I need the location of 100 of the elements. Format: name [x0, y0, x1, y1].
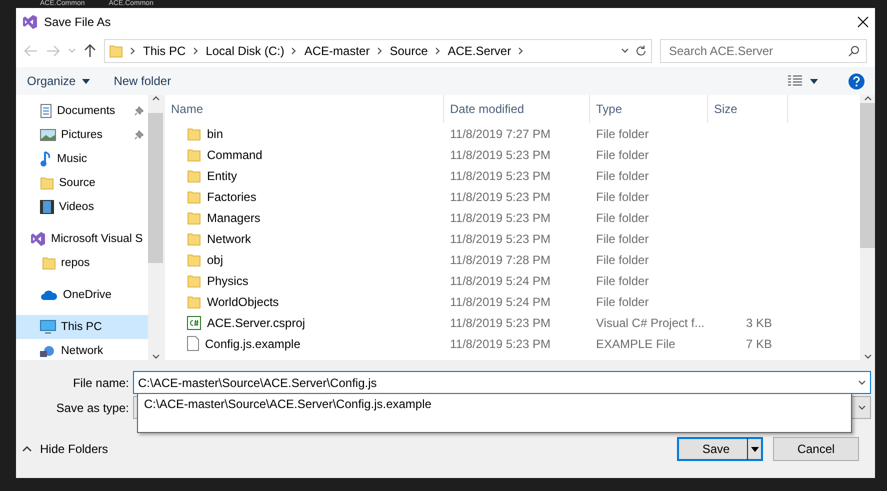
file-name-cell[interactable]: ACE.Server.csproj [165, 316, 444, 330]
chevron-right-icon [129, 47, 137, 55]
file-name-cell[interactable]: Config.js.example [165, 336, 444, 351]
file-name-cell[interactable]: Factories [165, 190, 444, 204]
project-file-icon [187, 316, 201, 330]
recent-locations-button[interactable] [68, 48, 76, 54]
file-name-cell[interactable]: Network [165, 232, 444, 246]
file-name-cell[interactable]: Entity [165, 168, 444, 182]
search-field[interactable]: Search ACE.Server [667, 43, 848, 59]
infinity-logo-icon [30, 231, 46, 247]
scroll-up-icon [152, 95, 160, 103]
breadcrumb[interactable]: Source [390, 44, 428, 58]
table-cell-text: 11/8/2019 5:23 PM [449, 210, 552, 224]
chevron-right-icon [376, 47, 384, 55]
scrollbar-thumb[interactable] [860, 103, 875, 248]
sidebar-item[interactable]: Pictures [16, 123, 148, 147]
refresh-icon[interactable] [635, 45, 647, 57]
folder-icon [187, 168, 201, 182]
column-header[interactable]: Type [590, 95, 708, 123]
column-header[interactable]: Name [165, 95, 444, 123]
folder-icon [42, 256, 56, 270]
scroll-up-icon [864, 95, 872, 103]
document-icon [40, 104, 52, 118]
sidebar-item[interactable]: Videos [16, 195, 148, 219]
table-cell-text: 11/8/2019 5:23 PM [449, 190, 552, 204]
table-cell-text: File folder [595, 252, 650, 266]
save-button[interactable]: Save [677, 437, 763, 461]
autocomplete-item[interactable]: C:\ACE-master\Source\ACE.Server\Config.js.example [138, 394, 851, 414]
folder-icon [187, 126, 201, 140]
folder-icon [187, 148, 201, 162]
file-name-cell[interactable]: WorldObjects [165, 294, 444, 308]
cancel-button[interactable]: Cancel [773, 437, 859, 461]
film-icon [40, 200, 54, 214]
scroll-down-icon [864, 352, 872, 360]
scrollbar-thumb[interactable] [148, 112, 163, 262]
forward-button[interactable] [46, 45, 60, 57]
file-name-combo-box[interactable]: C:\ACE-master\Source\ACE.Server\Config.js [133, 371, 871, 394]
close-button[interactable] [857, 16, 869, 28]
new-folder-button[interactable]: New folder [112, 72, 172, 90]
network-icon [40, 345, 56, 357]
breadcrumb[interactable]: ACE-master [304, 44, 370, 58]
breadcrumb[interactable]: This PC [143, 44, 186, 58]
sidebar-item[interactable]: OneDrive [16, 283, 148, 307]
table-cell-text: Visual C# Project f... [595, 316, 706, 330]
sidebar-item[interactable]: Source [16, 171, 148, 195]
chevron-right-icon [290, 47, 298, 55]
up-button[interactable] [84, 44, 96, 58]
sidebar-item[interactable]: Documents [16, 99, 148, 123]
caret-icon [810, 78, 818, 84]
monitor-icon [40, 320, 56, 334]
sidebar-item[interactable]: This PC [16, 315, 148, 339]
organize-button[interactable]: Organize [26, 72, 91, 90]
table-cell-text: File folder [595, 232, 650, 246]
scrollbar[interactable] [860, 95, 875, 360]
file-icon [187, 336, 199, 351]
address-bar[interactable]: This PC Local Disk (C:) ACE-master Source ACE.Server [104, 39, 652, 63]
hide-folders-button[interactable]: Hide Folders [22, 442, 667, 456]
folder-icon [187, 252, 201, 266]
search-box[interactable]: Search ACE.Server [660, 39, 867, 63]
table-cell-text: 11/8/2019 5:23 PM [449, 336, 552, 350]
folder-icon [109, 44, 123, 58]
table-cell-text: File folder [595, 210, 650, 224]
table-cell-text: File folder [595, 148, 650, 162]
pin-icon[interactable] [134, 130, 144, 140]
chevron-right-icon [517, 47, 526, 55]
chevron-right-icon [434, 47, 442, 55]
sidebar-item[interactable]: repos [16, 251, 148, 275]
sidebar-item[interactable]: Microsoft Visual S [16, 227, 148, 251]
breadcrumb[interactable]: Local Disk (C:) [206, 44, 284, 58]
help-button[interactable] [848, 72, 865, 90]
picture-icon [40, 129, 56, 141]
field-label: File name: [72, 376, 129, 390]
file-name-cell[interactable]: Physics [165, 274, 444, 288]
window-title: Save File As [44, 14, 112, 28]
file-name-cell[interactable]: obj [165, 252, 444, 266]
sidebar-item[interactable]: Network [16, 339, 148, 360]
column-header[interactable]: Size [708, 95, 788, 123]
table-cell-text: 11/8/2019 5:23 PM [449, 148, 552, 162]
view-options-button[interactable] [788, 75, 818, 87]
file-name-cell[interactable]: bin [165, 126, 444, 140]
back-button[interactable] [24, 45, 38, 57]
table-cell-text: File folder [595, 190, 650, 204]
infinity-logo-icon [22, 14, 38, 30]
caret-icon [82, 78, 90, 84]
file-name-cell[interactable]: Managers [165, 210, 444, 224]
file-name-cell[interactable]: Command [165, 148, 444, 162]
table-cell-text: EXAMPLE File [595, 336, 676, 350]
table-cell-text: File folder [595, 168, 650, 182]
table-cell-text: 11/8/2019 5:24 PM [449, 294, 552, 308]
column-header[interactable]: Date modified [444, 95, 590, 123]
table-cell-text: 11/8/2019 5:23 PM [449, 232, 552, 246]
pin-icon[interactable] [134, 106, 144, 116]
scrollbar[interactable] [148, 95, 163, 360]
table-cell-text: 11/8/2019 7:28 PM [449, 252, 552, 266]
folder-icon [187, 232, 201, 246]
breadcrumb[interactable]: ACE.Server [448, 44, 512, 58]
table-cell-text: File folder [595, 294, 650, 308]
sidebar-item[interactable]: Music [16, 147, 148, 171]
table-cell-text: File folder [595, 274, 650, 288]
scroll-down-icon [152, 352, 160, 360]
